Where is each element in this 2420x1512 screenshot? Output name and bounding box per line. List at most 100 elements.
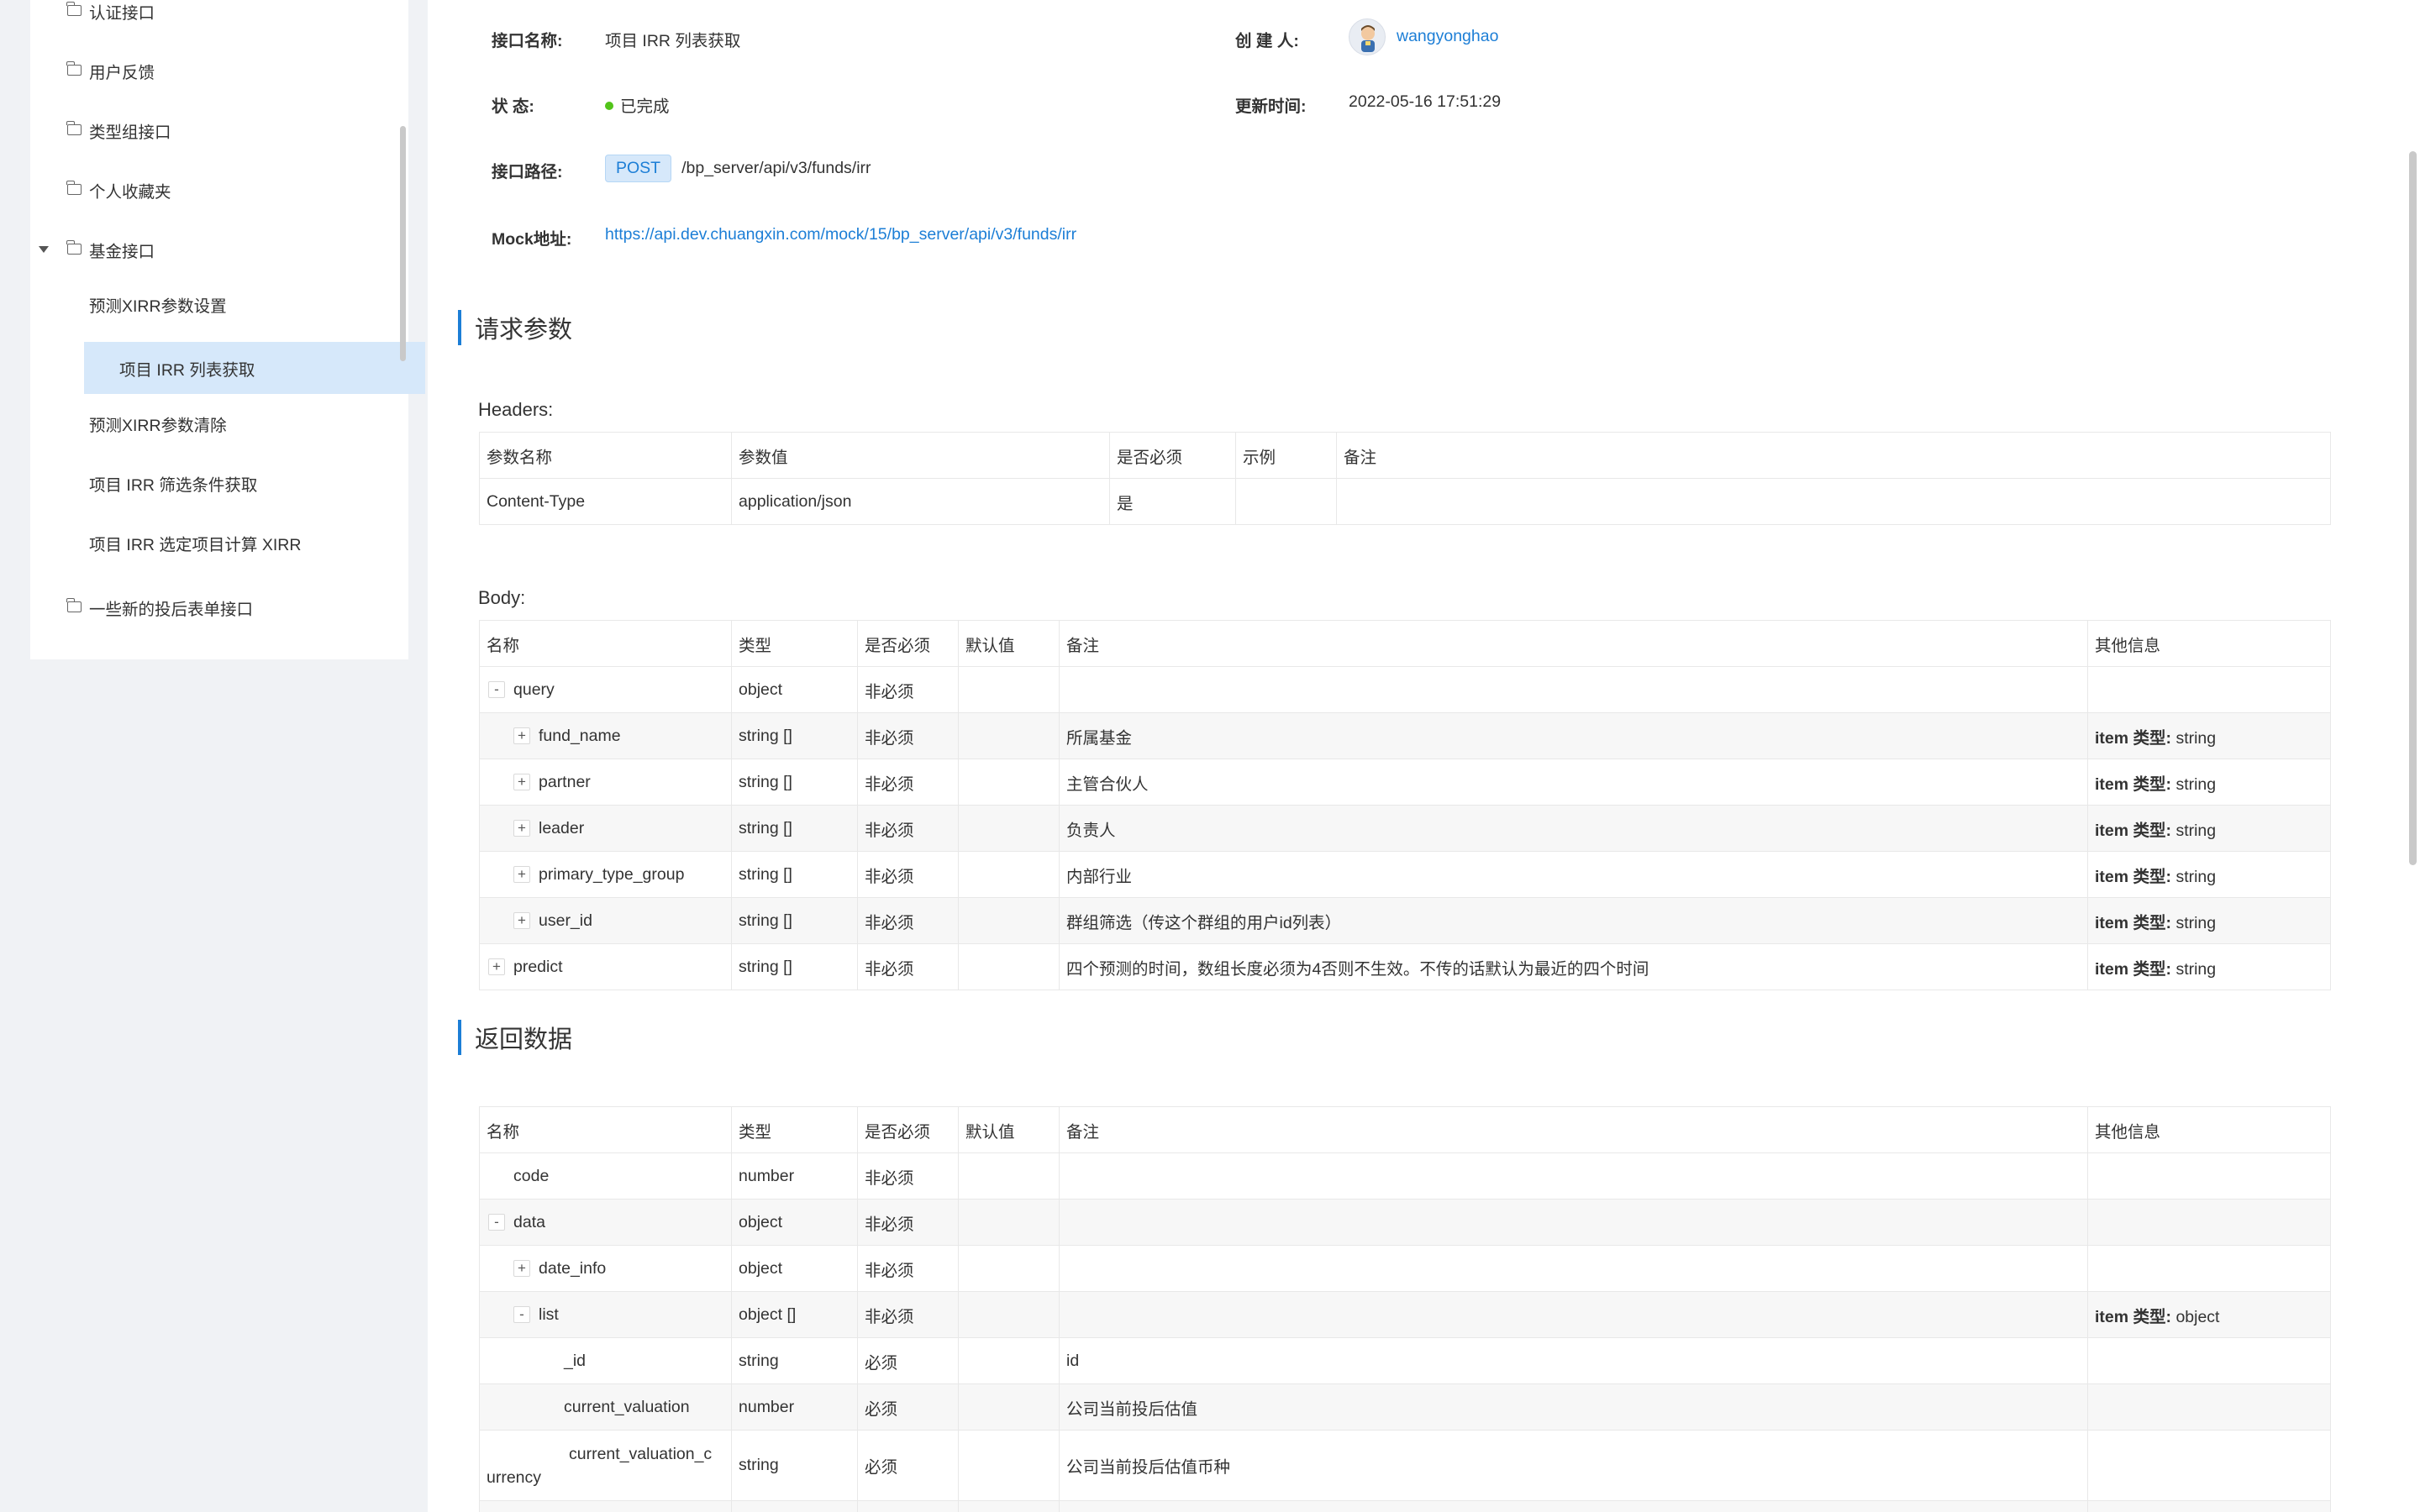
sidebar-item-irr-list[interactable]: 项目 IRR 列表获取 [84, 342, 425, 394]
sidebar-item-fund[interactable]: 基金接口 [30, 223, 155, 276]
avatar[interactable] [1349, 18, 1386, 55]
sidebar-item-label: 用户反馈 [89, 63, 155, 82]
cell: string [731, 1430, 858, 1501]
mock-link[interactable]: https://api.dev.chuangxin.com/mock/15/bp… [605, 225, 1076, 244]
other-val: object [2175, 1307, 2220, 1326]
expand-toggle[interactable]: + [513, 727, 530, 745]
sidebar-scrollbar[interactable] [400, 126, 406, 361]
expand-toggle[interactable]: + [513, 912, 530, 930]
expand-toggle[interactable]: + [513, 820, 530, 837]
headers-title: Headers: [478, 399, 554, 420]
sidebar-item-new-forms[interactable]: 一些新的投后表单接口 [30, 581, 253, 633]
cell [958, 1199, 1060, 1246]
name-cell: + primary_type_group [479, 851, 732, 898]
cell: 非必须 [857, 1152, 959, 1200]
collapse-toggle[interactable]: - [488, 681, 505, 699]
field-name: date_info [539, 1258, 607, 1278]
sidebar-item-label: 个人收藏夹 [89, 182, 171, 202]
cell: 是 [1109, 478, 1236, 525]
name-cell: + leader [479, 805, 732, 852]
folder-icon [66, 1, 82, 16]
caret-down-icon[interactable] [39, 246, 49, 253]
collapse-toggle[interactable]: - [488, 1214, 505, 1231]
cell [958, 1152, 1060, 1200]
cell: id [1059, 1337, 2088, 1384]
cell [1059, 1500, 2088, 1512]
cell: 非必须 [857, 1245, 959, 1292]
field-name: primary_type_group [539, 864, 685, 884]
table-header-row: 名称 类型 是否必须 默认值 备注 其他信息 [479, 620, 2331, 667]
cell: 非必须 [857, 759, 959, 806]
expand-toggle[interactable]: + [513, 1260, 530, 1278]
mock-label: Mock地址: [492, 230, 572, 249]
sidebar-item-xirr-clear[interactable]: 预测XIRR参数清除 [30, 397, 227, 449]
cell: 内部行业 [1059, 851, 2088, 898]
table-row [479, 1500, 2331, 1512]
name-cell: + date_info [479, 1245, 732, 1292]
column-header: 类型 [731, 1106, 858, 1153]
cell [958, 1500, 1060, 1512]
field-name-part2: urrency [487, 1467, 542, 1487]
column-header: 是否必须 [857, 1106, 959, 1153]
cell: 负责人 [1059, 805, 2088, 852]
other-key: item 类型: [2095, 913, 2172, 932]
field-name-part1: current_valuation_c [569, 1444, 713, 1463]
creator-link[interactable]: wangyonghao [1397, 27, 1498, 46]
cell: 必须 [857, 1430, 959, 1501]
body-table: 名称 类型 是否必须 默认值 备注 其他信息 - query object 非必须… [479, 620, 2331, 990]
table-row: + partner string [] 非必须 主管合伙人 item 类型: st… [479, 759, 2331, 806]
cell: 必须 [857, 1337, 959, 1384]
cell [2087, 1245, 2331, 1292]
column-header: 备注 [1059, 1106, 2088, 1153]
name-cell: current_valuation_currency [479, 1430, 732, 1501]
cell [958, 759, 1060, 806]
body-title: Body: [478, 587, 526, 608]
cell [958, 897, 1060, 944]
cell [2087, 1430, 2331, 1501]
cell: string [] [731, 943, 858, 990]
sidebar-item-irr-xirr[interactable]: 项目 IRR 选定项目计算 XIRR [30, 517, 301, 569]
sidebar-item-label: 一些新的投后表单接口 [89, 600, 254, 619]
table-row: + primary_type_group string [] 非必须 内部行业 i… [479, 851, 2331, 898]
folder-icon [66, 597, 82, 612]
cell: number [731, 1152, 858, 1200]
cell: item 类型: string [2087, 897, 2331, 944]
other-key: item 类型: [2095, 774, 2172, 794]
column-header: 是否必须 [857, 620, 959, 667]
collapse-toggle[interactable]: - [513, 1306, 530, 1324]
cell: application/json [731, 478, 1110, 525]
expand-toggle[interactable]: + [488, 958, 505, 976]
name-cell: code [479, 1152, 732, 1200]
field-name: code [513, 1166, 550, 1185]
cell: 非必须 [857, 1199, 959, 1246]
cell: 非必须 [857, 943, 959, 990]
name-label: 接口名称: [492, 32, 563, 50]
sidebar-item-feedback[interactable]: 用户反馈 [30, 45, 155, 97]
sidebar-item-favorites[interactable]: 个人收藏夹 [30, 164, 171, 216]
other-key: item 类型: [2095, 821, 2172, 840]
cell [958, 943, 1060, 990]
name-cell: + predict [479, 943, 732, 990]
cell [2087, 1500, 2331, 1512]
sidebar-item-irr-filter[interactable]: 项目 IRR 筛选条件获取 [30, 457, 257, 509]
expand-toggle[interactable]: + [513, 774, 530, 791]
cell: object [731, 1199, 858, 1246]
expand-toggle[interactable]: + [513, 866, 530, 884]
cell [2087, 1152, 2331, 1200]
sidebar-item-xirr-settings[interactable]: 预测XIRR参数设置 [30, 278, 227, 330]
column-header: 是否必须 [1109, 432, 1236, 479]
other-key: item 类型: [2095, 728, 2172, 748]
table-row: current_valuation_c urrency string 必须 公司当… [479, 1430, 2331, 1501]
folder-icon [66, 180, 82, 195]
cell [2087, 1383, 2331, 1431]
main-scrollbar[interactable] [2409, 151, 2417, 865]
cell [1059, 1199, 2088, 1246]
sidebar-item-label: 项目 IRR 筛选条件获取 [89, 475, 258, 495]
name-value: 项目 IRR 列表获取 [605, 32, 741, 50]
cell: item 类型: string [2087, 851, 2331, 898]
sidebar-item-type-group[interactable]: 类型组接口 [30, 104, 171, 156]
field-name: user_id [539, 911, 592, 930]
name-cell: + user_id [479, 897, 732, 944]
cell: string [] [731, 805, 858, 852]
sidebar-item-auth[interactable]: 认证接口 [30, 0, 155, 37]
